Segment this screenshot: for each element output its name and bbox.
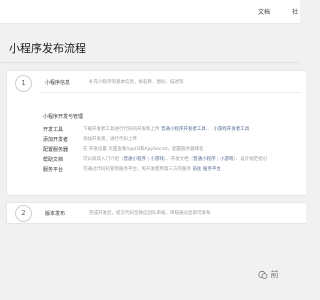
row-desc-server-config: 在 开发设置 页面查看AppID和AppSecret，配置服务器域名 bbox=[83, 146, 204, 152]
row-desc-add-developer: 添加开发者，进行代码上传 bbox=[83, 136, 137, 142]
row-label-dev-tools: 开发工具 bbox=[43, 127, 64, 133]
top-nav-bar: 文档 社 bbox=[0, 0, 300, 24]
row-text: 下载开发者工具进行代码的开发和上传 bbox=[83, 127, 161, 132]
row-desc-service-platform: 可通过代码托管到服务平台，免开发使用第三方的服务 前往 服务平台 bbox=[83, 166, 221, 172]
row-desc-dev-tools: 下载开发者工具进行代码的开发和上传 普通小程序开发者工具 、 小游戏开发者工具 bbox=[83, 126, 249, 132]
row-link[interactable]: 普通小程序 bbox=[124, 157, 147, 162]
watermark: 前 bbox=[258, 269, 279, 280]
wechat-logo-icon bbox=[258, 270, 268, 280]
dev-section-title: 小程序开发与管理 bbox=[43, 114, 84, 120]
row-link[interactable]: 小游戏开发者工具 bbox=[213, 127, 249, 132]
row-text: 可以阅读入门介绍（ bbox=[83, 157, 124, 162]
title-divider bbox=[0, 62, 300, 63]
row-text: 可通过代码托管到服务平台，免开发使用第三方的服务 bbox=[83, 167, 193, 172]
nav-docs-link[interactable]: 文档 bbox=[258, 7, 270, 16]
row-link[interactable]: 普通小程序 bbox=[193, 157, 216, 162]
row-label-help-docs: 帮助文档 bbox=[43, 157, 64, 163]
row-desc-help-docs: 可以阅读入门介绍（普通小程序 | 小游戏）、开发文档（普通小程序 | 小游戏）、… bbox=[83, 156, 267, 162]
row-label-service-platform: 服务平台 bbox=[43, 167, 64, 173]
step-card-1: 1 小程序信息 补充小程序的基本信息，如名称、图标、描述等 小程序开发与管理 开… bbox=[6, 70, 306, 196]
row-link[interactable]: 小游戏 bbox=[150, 157, 164, 162]
nav-community-link[interactable]: 社 bbox=[292, 7, 298, 16]
step-card-2: 2 版本发布 完成开发后，提交代码至微信团队审核，审核通过后即可发布 bbox=[6, 202, 306, 224]
step-number-badge: 2 bbox=[15, 205, 32, 222]
row-label-add-developer: 添加开发者 bbox=[43, 137, 69, 143]
row-text: ）、开发文档（ bbox=[163, 157, 194, 162]
step-description: 完成开发后，提交代码至微信团队审核，审核通过后即可发布 bbox=[89, 211, 211, 216]
row-text: 添加开发者，进行代码上传 bbox=[83, 137, 137, 142]
row-text: ）、设计规范指引 bbox=[233, 157, 268, 162]
row-text: 在 开发设置 页面查看AppID和AppSecret，配置服务器域名 bbox=[83, 147, 204, 152]
step-description: 补充小程序的基本信息，如名称、图标、描述等 bbox=[89, 80, 184, 85]
row-link[interactable]: 前往 服务平台 bbox=[192, 167, 220, 172]
row-link[interactable]: 小游戏 bbox=[220, 157, 234, 162]
watermark-text: 前 bbox=[270, 270, 279, 279]
step-number-badge: 1 bbox=[15, 75, 32, 92]
step-title: 版本发布 bbox=[45, 211, 66, 217]
step-divider bbox=[39, 92, 301, 93]
step-title: 小程序信息 bbox=[45, 80, 71, 86]
row-label-server-config: 配置服务器 bbox=[43, 147, 69, 153]
row-link[interactable]: 普通小程序开发者工具 bbox=[161, 127, 206, 132]
page-title: 小程序发布流程 bbox=[9, 42, 86, 55]
